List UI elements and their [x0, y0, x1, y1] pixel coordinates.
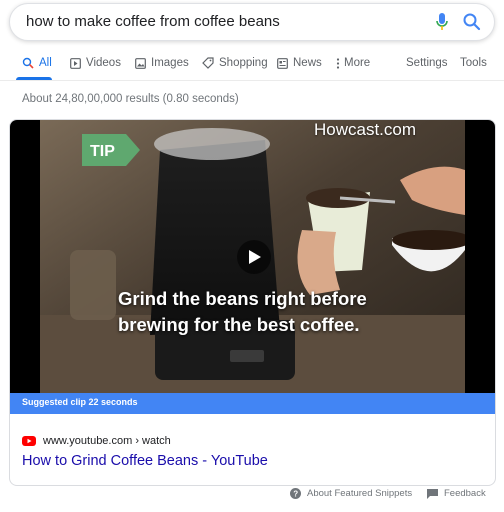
about-snippets-label: About Featured Snippets — [307, 488, 413, 499]
play-icon — [249, 250, 261, 264]
tab-all[interactable]: All — [22, 57, 52, 69]
video-player[interactable]: TIP Howcast.com Grind the beans right be… — [10, 120, 495, 393]
news-icon — [277, 57, 288, 69]
video-caption-line-2: brewing for the best coffee. — [118, 314, 360, 335]
tag-icon — [202, 57, 214, 69]
youtube-icon — [22, 436, 36, 446]
suggested-clip-bar[interactable]: Suggested clip 22 seconds — [10, 393, 495, 414]
tip-label: TIP — [90, 143, 115, 160]
tab-settings[interactable]: Settings — [406, 57, 448, 69]
tab-label: Videos — [86, 57, 121, 69]
featured-video-card: TIP Howcast.com Grind the beans right be… — [9, 119, 496, 486]
tab-tools[interactable]: Tools — [460, 57, 487, 69]
source-url: www.youtube.com › watch — [43, 435, 171, 447]
feedback-label: Feedback — [444, 488, 486, 499]
tab-news[interactable]: News — [277, 57, 322, 69]
svg-text:?: ? — [293, 490, 298, 499]
tab-more[interactable]: More — [336, 57, 370, 69]
video-caption-line-1: Grind the beans right before — [118, 288, 367, 309]
tab-label: All — [39, 57, 52, 69]
tab-label: More — [344, 57, 371, 69]
search-icon — [22, 57, 34, 69]
result-source: www.youtube.com › watch — [22, 435, 171, 447]
results-stats: About 24,80,00,000 results (0.80 seconds… — [22, 93, 239, 105]
search-tabs: All Videos Images Shopping News More Set… — [0, 50, 504, 80]
tab-label: Shopping — [219, 57, 268, 69]
more-vertical-icon — [336, 57, 340, 69]
snippet-footer: ? About Featured Snippets Feedback — [0, 487, 504, 503]
image-icon — [135, 57, 146, 69]
play-square-icon — [70, 57, 81, 69]
about-featured-snippets-link[interactable]: ? About Featured Snippets — [290, 488, 412, 499]
tab-images[interactable]: Images — [135, 57, 189, 69]
feedback-icon — [427, 488, 438, 499]
tab-shopping[interactable]: Shopping — [202, 57, 268, 69]
help-icon: ? — [290, 488, 301, 499]
mic-icon[interactable] — [435, 12, 449, 32]
howcast-logo: Howcast.com — [314, 120, 417, 139]
search-input[interactable]: how to make coffee from coffee beans — [26, 13, 280, 30]
tab-label: News — [293, 57, 322, 69]
search-bar[interactable]: how to make coffee from coffee beans — [9, 3, 495, 41]
divider — [0, 80, 504, 81]
search-icon[interactable] — [462, 12, 482, 32]
play-button[interactable] — [237, 240, 271, 274]
suggested-clip-label: Suggested clip 22 seconds — [22, 397, 138, 407]
tab-label: Images — [151, 57, 189, 69]
tab-label: Settings — [406, 57, 448, 69]
tip-badge: TIP — [82, 134, 140, 166]
feedback-link[interactable]: Feedback — [427, 488, 486, 499]
result-title-link[interactable]: How to Grind Coffee Beans - YouTube — [22, 453, 268, 469]
tab-videos[interactable]: Videos — [70, 57, 121, 69]
tab-label: Tools — [460, 57, 487, 69]
